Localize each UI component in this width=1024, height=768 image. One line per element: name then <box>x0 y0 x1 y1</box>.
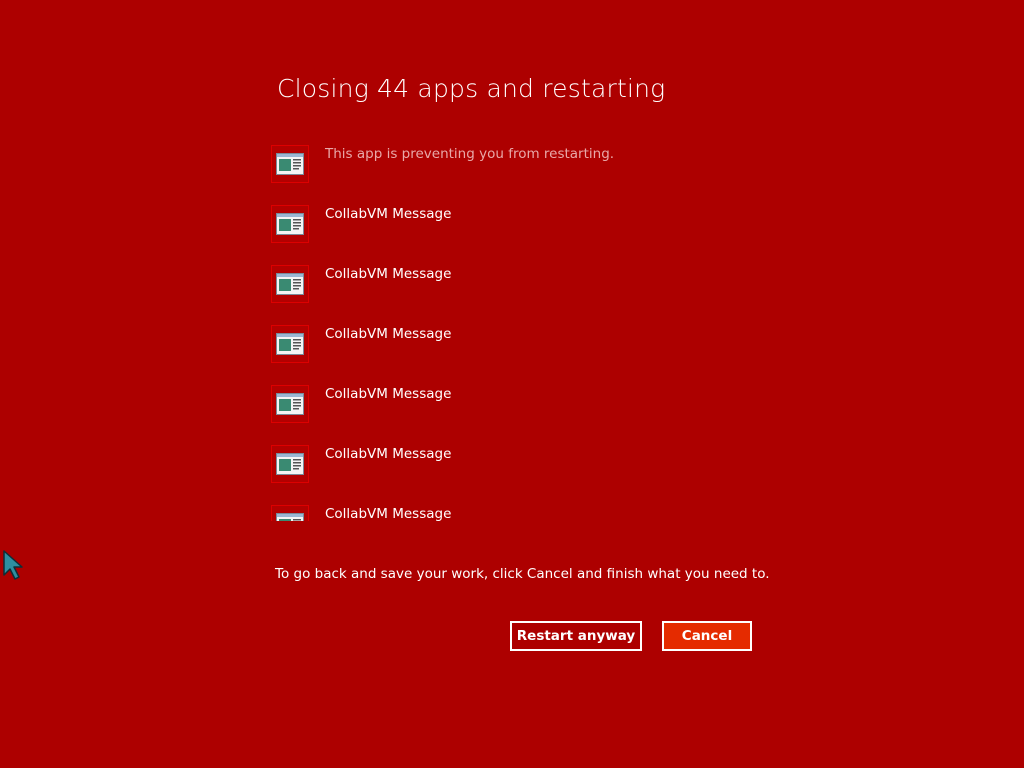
page-title: Closing 44 apps and restarting <box>277 74 666 103</box>
app-window-icon <box>276 513 304 521</box>
app-name-label: CollabVM Message <box>325 326 452 342</box>
app-window-icon <box>276 453 304 475</box>
list-item[interactable]: This app is preventing you from restarti… <box>271 145 751 185</box>
app-tile <box>271 145 309 183</box>
app-tile <box>271 445 309 483</box>
app-window-icon <box>276 213 304 235</box>
app-window-icon <box>276 393 304 415</box>
app-window-icon <box>276 153 304 175</box>
app-name-label: CollabVM Message <box>325 386 452 402</box>
list-item[interactable]: CollabVM Message <box>271 325 751 365</box>
blocking-app-list[interactable]: This app is preventing you from restarti… <box>271 145 751 521</box>
list-item[interactable]: CollabVM Message <box>271 265 751 305</box>
app-status-label: This app is preventing you from restarti… <box>325 146 615 162</box>
instruction-text: To go back and save your work, click Can… <box>275 566 770 582</box>
app-name-label: CollabVM Message <box>325 266 452 282</box>
mouse-cursor-icon <box>3 550 23 580</box>
app-tile <box>271 205 309 243</box>
restart-anyway-button[interactable]: Restart anyway <box>510 621 642 651</box>
app-tile <box>271 505 309 521</box>
app-name-label: CollabVM Message <box>325 506 452 521</box>
list-item[interactable]: CollabVM Message <box>271 385 751 425</box>
app-name-label: CollabVM Message <box>325 446 452 462</box>
list-item[interactable]: CollabVM Message <box>271 505 751 521</box>
list-item[interactable]: CollabVM Message <box>271 205 751 245</box>
list-item[interactable]: CollabVM Message <box>271 445 751 485</box>
cancel-button[interactable]: Cancel <box>662 621 752 651</box>
app-tile <box>271 325 309 363</box>
app-tile <box>271 385 309 423</box>
app-name-label: CollabVM Message <box>325 206 452 222</box>
app-tile <box>271 265 309 303</box>
app-window-icon <box>276 333 304 355</box>
app-window-icon <box>276 273 304 295</box>
